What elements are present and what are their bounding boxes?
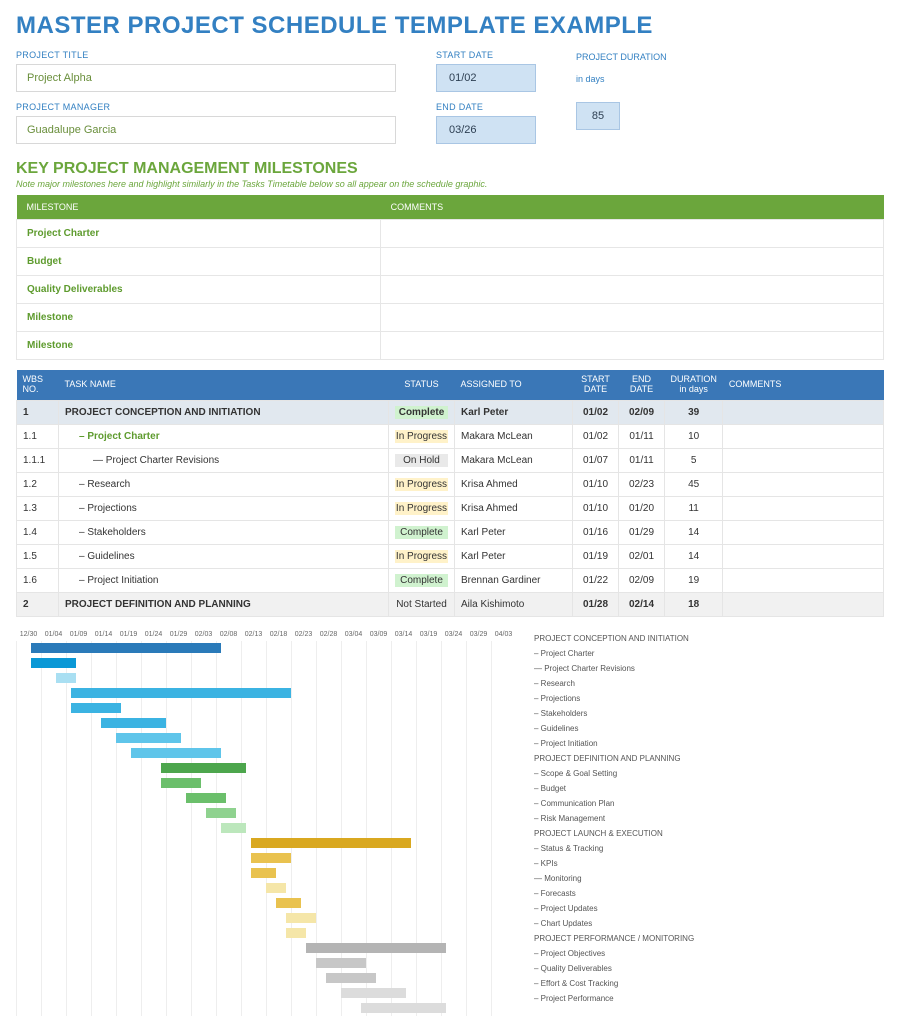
project-manager-input[interactable]: Guadalupe Garcia xyxy=(16,116,396,144)
gantt-bar-row xyxy=(16,686,516,701)
gantt-bar-row xyxy=(16,836,516,851)
gantt-row-label: PROJECT CONCEPTION AND INITIATION xyxy=(534,631,694,646)
gantt-row-label: – Project Initiation xyxy=(534,736,694,751)
start-date-input[interactable]: 01/02 xyxy=(436,64,536,92)
gantt-row-label: – Project Objectives xyxy=(534,946,694,961)
project-title-label: PROJECT TITLE xyxy=(16,50,396,60)
gantt-row-label: – Projections xyxy=(534,691,694,706)
duration-value: 85 xyxy=(576,102,620,130)
col-comments: COMMENTS xyxy=(723,370,884,400)
milestone-row[interactable]: Quality Deliverables xyxy=(17,276,884,304)
gantt-bar-row xyxy=(16,1001,516,1016)
gantt-row-label: – Stakeholders xyxy=(534,706,694,721)
milestone-col-header: MILESTONE xyxy=(17,195,381,220)
col-start: START DATE xyxy=(573,370,619,400)
gantt-rows xyxy=(16,641,516,1016)
task-row[interactable]: 2 PROJECT DEFINITION AND PLANNING Not St… xyxy=(17,592,884,616)
gantt-row-label: – Budget xyxy=(534,781,694,796)
gantt-bar-row xyxy=(16,761,516,776)
gantt-bar-row xyxy=(16,671,516,686)
gantt-bar-row xyxy=(16,746,516,761)
duration-label: PROJECT DURATION xyxy=(576,52,667,62)
gantt-row-label: – Communication Plan xyxy=(534,796,694,811)
gantt-bar-row xyxy=(16,866,516,881)
gantt-row-label: – Project Charter xyxy=(534,646,694,661)
gantt-row-label: – Risk Management xyxy=(534,811,694,826)
task-row[interactable]: 1.2 – Research In Progress Krisa Ahmed 0… xyxy=(17,472,884,496)
gantt-row-label: – Guidelines xyxy=(534,721,694,736)
milestones-note: Note major milestones here and highlight… xyxy=(16,179,884,189)
gantt-row-label: – Forecasts xyxy=(534,886,694,901)
task-row[interactable]: 1.4 – Stakeholders Complete Karl Peter 0… xyxy=(17,520,884,544)
gantt-row-label: PROJECT DEFINITION AND PLANNING xyxy=(534,751,694,766)
gantt-row-label: – Project Performance xyxy=(534,991,694,1006)
task-row[interactable]: 1 PROJECT CONCEPTION AND INITIATION Comp… xyxy=(17,400,884,424)
end-date-label: END DATE xyxy=(436,102,536,112)
gantt-bar-row xyxy=(16,986,516,1001)
gantt-bar-row xyxy=(16,791,516,806)
gantt-row-label: – Status & Tracking xyxy=(534,841,694,856)
start-date-label: START DATE xyxy=(436,50,536,60)
gantt-bar-row xyxy=(16,881,516,896)
col-status: STATUS xyxy=(389,370,455,400)
gantt-bar-row xyxy=(16,716,516,731)
gantt-bar-row xyxy=(16,896,516,911)
milestones-header: KEY PROJECT MANAGEMENT MILESTONES xyxy=(16,160,884,178)
comments-col-header: COMMENTS xyxy=(381,195,884,220)
gantt-bar-row xyxy=(16,806,516,821)
gantt-row-label: – Scope & Goal Setting xyxy=(534,766,694,781)
milestone-row[interactable]: Project Charter xyxy=(17,220,884,248)
gantt-bar-row xyxy=(16,941,516,956)
gantt-row-label: – Research xyxy=(534,676,694,691)
project-title-input[interactable]: Project Alpha xyxy=(16,64,396,92)
end-date-input[interactable]: 03/26 xyxy=(436,116,536,144)
gantt-bar-row xyxy=(16,641,516,656)
milestone-row[interactable]: Budget xyxy=(17,248,884,276)
gantt-row-label: – Effort & Cost Tracking xyxy=(534,976,694,991)
col-duration: DURATION in days xyxy=(665,370,723,400)
gantt-row-label: — Monitoring xyxy=(534,871,694,886)
gantt-row-label: – KPIs xyxy=(534,856,694,871)
col-taskname: TASK NAME xyxy=(59,370,389,400)
task-row[interactable]: 1.5 – Guidelines In Progress Karl Peter … xyxy=(17,544,884,568)
task-row[interactable]: 1.1.1 — Project Charter Revisions On Hol… xyxy=(17,448,884,472)
col-end: END DATE xyxy=(619,370,665,400)
gantt-bar-row xyxy=(16,776,516,791)
col-assigned: ASSIGNED TO xyxy=(455,370,573,400)
gantt-labels: PROJECT CONCEPTION AND INITIATION– Proje… xyxy=(534,631,694,1016)
task-row[interactable]: 1.6 – Project Initiation Complete Brenna… xyxy=(17,568,884,592)
gantt-bar-row xyxy=(16,956,516,971)
project-meta: PROJECT TITLE Project Alpha PROJECT MANA… xyxy=(16,50,884,144)
task-row[interactable]: 1.3 – Projections In Progress Krisa Ahme… xyxy=(17,496,884,520)
page-title: MASTER PROJECT SCHEDULE TEMPLATE EXAMPLE xyxy=(16,12,884,40)
gantt-row-label: — Project Charter Revisions xyxy=(534,661,694,676)
gantt-bar-row xyxy=(16,656,516,671)
project-manager-label: PROJECT MANAGER xyxy=(16,102,396,112)
gantt-bar-row xyxy=(16,911,516,926)
milestones-table: MILESTONE COMMENTS Project Charter Budge… xyxy=(16,195,884,360)
gantt-row-label: PROJECT PERFORMANCE / MONITORING xyxy=(534,931,694,946)
col-wbs: WBS NO. xyxy=(17,370,59,400)
gantt-bar-row xyxy=(16,701,516,716)
gantt-bar-row xyxy=(16,971,516,986)
gantt-chart: 12/3001/0401/0901/1401/1901/2401/2902/03… xyxy=(16,631,884,1016)
milestone-row[interactable]: Milestone xyxy=(17,332,884,360)
gantt-axis: 12/3001/0401/0901/1401/1901/2401/2902/03… xyxy=(16,631,516,638)
gantt-row-label: – Quality Deliverables xyxy=(534,961,694,976)
task-row[interactable]: 1.1 – Project Charter In Progress Makara… xyxy=(17,424,884,448)
duration-sublabel: in days xyxy=(576,74,667,84)
gantt-row-label: PROJECT LAUNCH & EXECUTION xyxy=(534,826,694,841)
gantt-bar-row xyxy=(16,851,516,866)
milestone-row[interactable]: Milestone xyxy=(17,304,884,332)
tasks-table: WBS NO. TASK NAME STATUS ASSIGNED TO STA… xyxy=(16,370,884,617)
gantt-row-label: – Chart Updates xyxy=(534,916,694,931)
gantt-bar-row xyxy=(16,926,516,941)
gantt-bar-row xyxy=(16,821,516,836)
gantt-row-label: – Project Updates xyxy=(534,901,694,916)
gantt-bar-row xyxy=(16,731,516,746)
